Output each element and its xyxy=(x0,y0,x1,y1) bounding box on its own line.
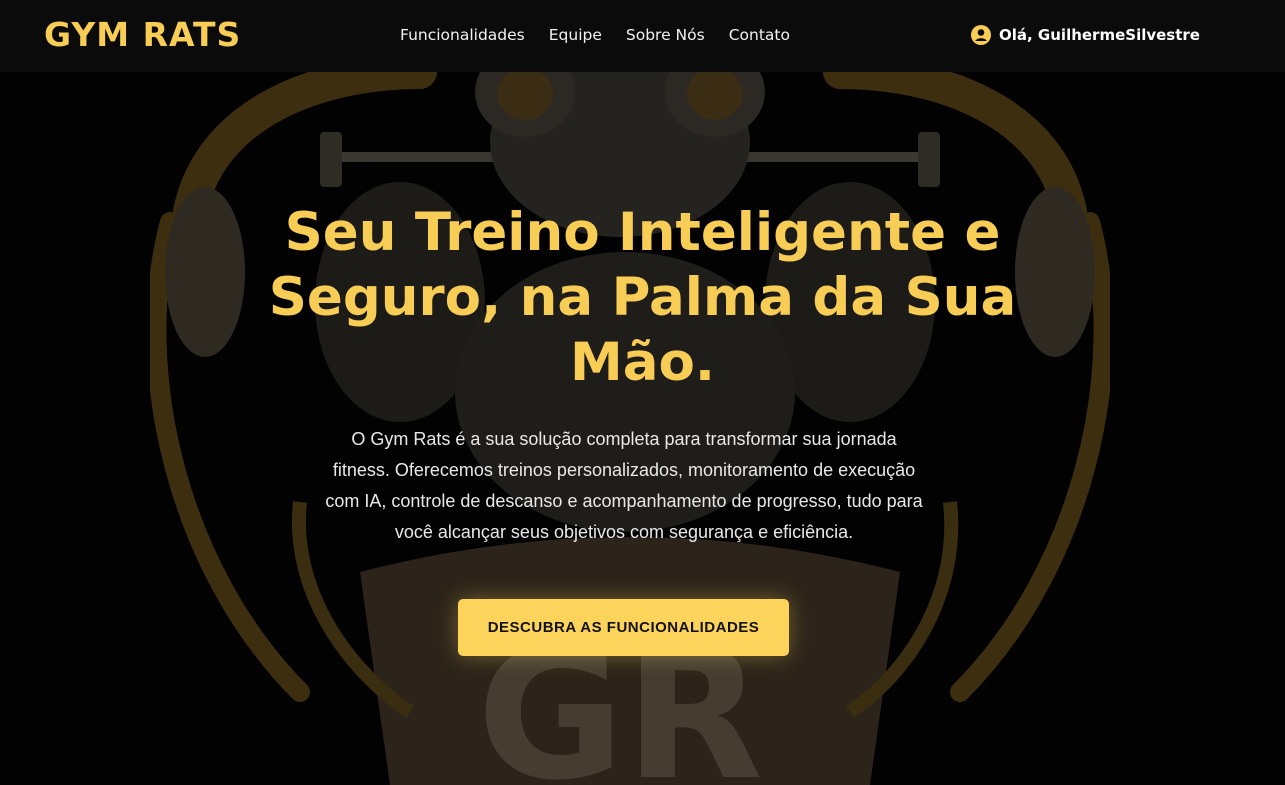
brand-logo-link[interactable]: GYM RATS xyxy=(44,14,241,56)
nav-link-equipe[interactable]: Equipe xyxy=(549,24,602,46)
discover-features-button[interactable]: DESCUBRA AS FUNCIONALIDADES xyxy=(458,599,789,656)
page: GR GYM RATS Funcionalidades Equipe Sobre… xyxy=(0,0,1285,785)
user-menu[interactable]: Olá, GuilhermeSilvestre xyxy=(971,24,1200,46)
nav-link-funcionalidades[interactable]: Funcionalidades xyxy=(400,24,525,46)
user-circle-icon xyxy=(971,25,991,45)
main-nav: Funcionalidades Equipe Sobre Nós Contato xyxy=(400,24,814,46)
top-navbar: GYM RATS Funcionalidades Equipe Sobre Nó… xyxy=(0,0,1285,72)
nav-link-contato[interactable]: Contato xyxy=(729,24,790,46)
nav-link-sobre-nos[interactable]: Sobre Nós xyxy=(626,24,705,46)
hero-description: O Gym Rats é a sua solução completa para… xyxy=(325,429,923,542)
hero-section: Seu Treino Inteligente e Seguro, na Palm… xyxy=(0,72,1285,785)
user-greeting: Olá, GuilhermeSilvestre xyxy=(999,26,1200,44)
hero-title: Seu Treino Inteligente e Seguro, na Palm… xyxy=(268,202,1017,393)
